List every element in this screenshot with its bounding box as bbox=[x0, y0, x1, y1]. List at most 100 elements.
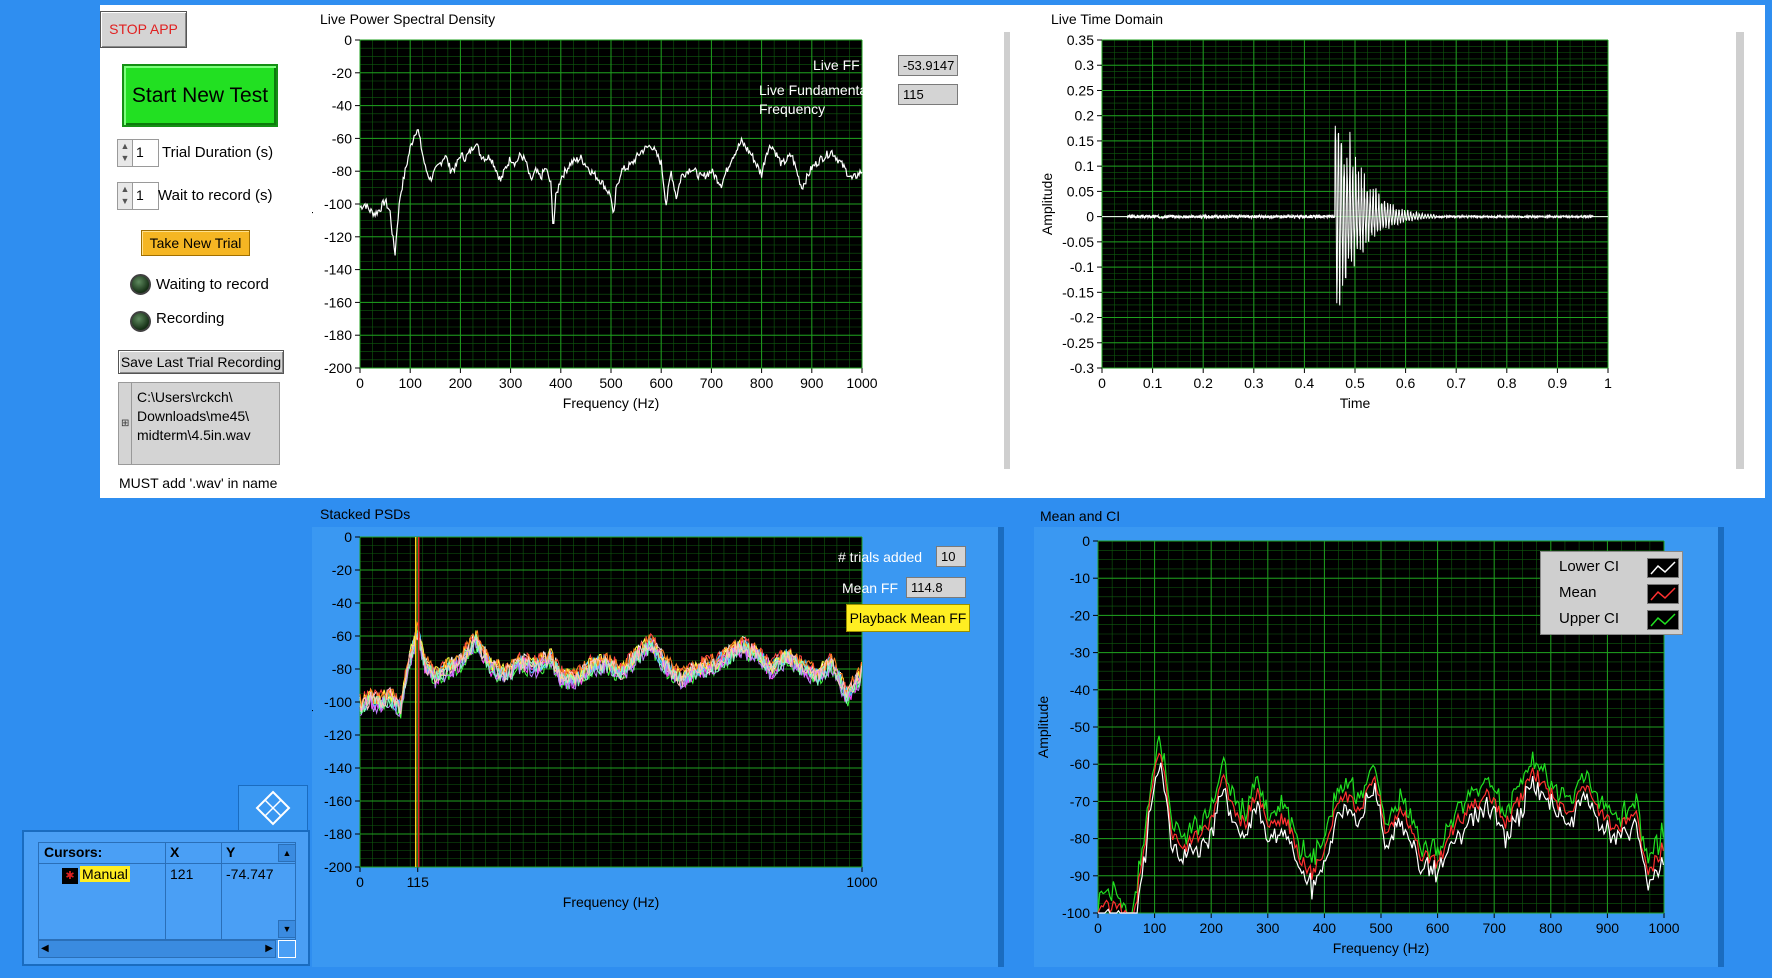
stacked-graph[interactable]: 0 115 1000 0 -20 -40 -60 -80 -100 -120 -140 -160 -18… bbox=[312, 527, 1004, 967]
y-tick-label: -140 bbox=[324, 760, 352, 776]
legend-item: Mean bbox=[1559, 582, 1679, 604]
start-new-test-button[interactable]: Start New Test bbox=[122, 64, 278, 127]
x-tick-label: 0 bbox=[356, 375, 364, 391]
y-tick-label: -70 bbox=[1070, 793, 1090, 809]
x-tick-label: 300 bbox=[1256, 920, 1280, 936]
x-tick-label: 500 bbox=[1369, 920, 1393, 936]
x-tick-label: 1 bbox=[1604, 375, 1612, 391]
x-tick-label: 200 bbox=[449, 375, 473, 391]
y-tick-label: -20 bbox=[1070, 607, 1090, 623]
fund-freq-label-line: Frequency bbox=[759, 101, 826, 117]
path-line: Downloads\me45\ bbox=[137, 408, 250, 424]
y-tick-label: 0.35 bbox=[1067, 32, 1094, 48]
mean-ff-value: 114.8 bbox=[906, 577, 966, 598]
trials-added-value: 10 bbox=[936, 546, 966, 567]
cursor-move-pad[interactable] bbox=[238, 785, 308, 831]
y-tick-label: -0.25 bbox=[1062, 335, 1094, 351]
y-tick-label: -20 bbox=[332, 562, 352, 578]
take-new-trial-button[interactable]: Take New Trial bbox=[141, 230, 250, 256]
x-tick-label: 0 bbox=[1098, 375, 1106, 391]
meanci-graph-title: Mean and CI bbox=[1040, 508, 1121, 524]
x-tick-label: 800 bbox=[1539, 920, 1563, 936]
time-graph-title: Live Time Domain bbox=[1051, 11, 1164, 27]
legend-label: Upper CI bbox=[1559, 610, 1620, 627]
y-tick-label: 0.05 bbox=[1067, 183, 1094, 199]
cursor-name[interactable]: Manual bbox=[80, 866, 130, 882]
y-tick-label: -120 bbox=[324, 229, 352, 245]
x-tick-label: 300 bbox=[499, 375, 523, 391]
legend-swatch-lower-icon bbox=[1647, 558, 1679, 578]
x-tick-label: 0.9 bbox=[1548, 375, 1568, 391]
path-browse-icon[interactable]: ⊞ bbox=[121, 383, 132, 464]
x-tick-label: 700 bbox=[1483, 920, 1507, 936]
wait-to-record-value[interactable]: 1 bbox=[136, 187, 144, 203]
cursor-move-diamond-icon[interactable] bbox=[239, 786, 307, 830]
save-last-trial-button[interactable]: Save Last Trial Recording bbox=[118, 350, 284, 374]
y-axis-label: Amplitude bbox=[1040, 173, 1055, 235]
x-tick-label: 600 bbox=[1426, 920, 1450, 936]
y-tick-label: 0 bbox=[1086, 209, 1094, 225]
x-tick-label: 0.5 bbox=[1345, 375, 1365, 391]
y-tick-label: -50 bbox=[1070, 719, 1090, 735]
y-tick-label: -200 bbox=[324, 859, 352, 875]
y-tick-label: -20 bbox=[332, 65, 352, 81]
cursor-legend-table[interactable]: Cursors: X Y ✱ Manual 121 -74.747 ▲ ▼ ◀ … bbox=[22, 830, 310, 966]
x-axis-label: Frequency (Hz) bbox=[563, 894, 659, 910]
x-tick-label: 1000 bbox=[846, 874, 877, 890]
y-tick-label: 0.3 bbox=[1075, 57, 1095, 73]
fund-freq-label-line: Live Fundamental bbox=[759, 82, 871, 98]
legend-label: Lower CI bbox=[1559, 558, 1620, 575]
x-axis-label: Frequency (Hz) bbox=[1333, 940, 1429, 956]
x-tick-label: 900 bbox=[1596, 920, 1620, 936]
stacked-graph-title: Stacked PSDs bbox=[320, 506, 411, 522]
recording-led-label: Recording bbox=[156, 310, 225, 327]
x-tick-label: 0.6 bbox=[1396, 375, 1416, 391]
y-tick-label: 0 bbox=[344, 529, 352, 545]
spinner-arrows-icon[interactable]: ▲ ▼ bbox=[118, 183, 133, 209]
file-path-control[interactable]: ⊞ C:\Users\rckch\ Downloads\me45\ midter… bbox=[118, 382, 280, 465]
y-tick-label: -0.15 bbox=[1062, 284, 1094, 300]
y-tick-label: -0.1 bbox=[1070, 259, 1094, 275]
path-note: MUST add '.wav' in name bbox=[119, 475, 278, 491]
wait-to-record-label: Wait to record (s) bbox=[158, 187, 273, 204]
legend-item: Lower CI bbox=[1559, 556, 1679, 578]
y-axis-label: Amplitude bbox=[312, 671, 313, 733]
x-tick-label: 0.2 bbox=[1193, 375, 1213, 391]
cursor-table-grid bbox=[38, 842, 296, 940]
scroll-left-icon[interactable]: ◀ bbox=[41, 941, 49, 957]
trial-duration-value[interactable]: 1 bbox=[136, 144, 144, 160]
cursor-scroll-up-icon[interactable]: ▲ bbox=[278, 844, 296, 862]
cursor-scroll-down-icon[interactable]: ▼ bbox=[278, 920, 296, 938]
y-tick-label: -80 bbox=[332, 661, 352, 677]
x-axis-label: Frequency (Hz) bbox=[563, 395, 659, 411]
recording-led bbox=[130, 311, 151, 332]
y-tick-label: -40 bbox=[1070, 682, 1090, 698]
trial-duration-label: Trial Duration (s) bbox=[162, 144, 274, 161]
y-tick-label: -180 bbox=[324, 327, 352, 343]
scroll-right-icon[interactable]: ▶ bbox=[265, 941, 273, 957]
cursor-row-manual[interactable]: ✱ Manual 121 -74.747 bbox=[58, 866, 298, 886]
y-tick-label: 0.25 bbox=[1067, 82, 1094, 98]
wait-to-record-stepper[interactable]: ▲ ▼ 1 bbox=[117, 182, 159, 210]
spinner-arrows-icon[interactable]: ▲ ▼ bbox=[118, 140, 133, 166]
y-tick-label: -100 bbox=[324, 694, 352, 710]
y-tick-label: 0.1 bbox=[1075, 158, 1095, 174]
x-tick-label: 100 bbox=[1143, 920, 1167, 936]
trial-duration-stepper[interactable]: ▲ ▼ 1 bbox=[117, 139, 159, 167]
y-tick-label: -160 bbox=[324, 294, 352, 310]
x-tick-label: 115 bbox=[407, 874, 430, 890]
cursor-horizontal-scrollbar[interactable]: ◀ ▶ bbox=[38, 940, 276, 958]
meanci-legend: Lower CI Mean Upper CI bbox=[1540, 551, 1683, 635]
y-tick-label: -40 bbox=[332, 595, 352, 611]
x-tick-label: 700 bbox=[700, 375, 724, 391]
y-tick-label: 0.2 bbox=[1075, 108, 1095, 124]
y-axis-label: Amplitude bbox=[312, 173, 313, 235]
x-tick-label: 500 bbox=[599, 375, 623, 391]
y-tick-label: -80 bbox=[1070, 831, 1090, 847]
stop-app-button[interactable]: STOP APP bbox=[100, 11, 187, 48]
x-tick-label: 400 bbox=[1313, 920, 1337, 936]
time-graph[interactable]: 0 0.1 0.2 0.3 0.4 0.5 0.6 0.7 0.8 0.9 1 0.35 0.3 0.25… bbox=[1040, 32, 1736, 469]
y-tick-label: -0.05 bbox=[1062, 234, 1094, 250]
playback-mean-ff-button[interactable]: Playback Mean FF bbox=[846, 604, 970, 632]
mean-ff-label: Mean FF bbox=[842, 580, 899, 596]
